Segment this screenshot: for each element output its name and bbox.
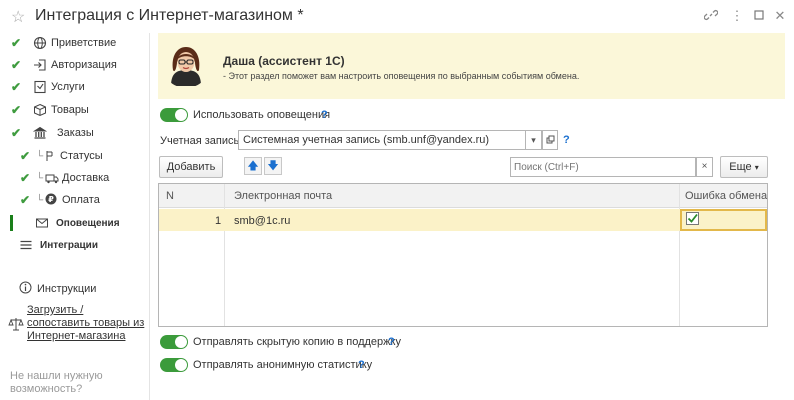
hidden-copy-label: Отправлять скрытую копию в поддержку xyxy=(193,336,401,348)
hidden-copy-toggle[interactable] xyxy=(160,335,188,349)
arrow-down-icon[interactable]: 🡇 xyxy=(264,157,282,175)
tree-connector: └ xyxy=(36,194,44,206)
sidebar: ✔ Приветствие ✔ Авторизация ✔ Услуги ✔ Т… xyxy=(0,33,150,400)
tree-connector: └ xyxy=(36,172,44,184)
sidebar-item-integrations[interactable]: Интеграции xyxy=(0,235,150,255)
sidebar-item-goods[interactable]: ✔ Товары xyxy=(0,100,150,120)
dropdown-icon[interactable]: ▾ xyxy=(526,130,542,150)
tree-connector: └ xyxy=(36,150,44,162)
sidebar-item-label: Доставка xyxy=(62,172,110,184)
error-checkbox[interactable] xyxy=(686,212,699,225)
row-number: 1 xyxy=(215,215,222,227)
row-email[interactable]: smb@1c.ru xyxy=(234,215,290,227)
use-notifications-toggle[interactable] xyxy=(160,108,188,122)
envelope-icon xyxy=(35,216,49,230)
sidebar-item-statuses[interactable]: ✔ └ Статусы xyxy=(0,146,150,166)
upload-goods-link-line3[interactable]: Интернет-магазина xyxy=(27,330,125,343)
status-icon xyxy=(45,149,59,163)
column-header-n[interactable]: N xyxy=(166,190,174,202)
bank-icon xyxy=(32,126,48,140)
close-icon[interactable]: ✕ xyxy=(772,8,788,24)
sidebar-item-label: Статусы xyxy=(60,150,103,162)
assistant-name: Даша (ассистент 1С) xyxy=(223,54,345,68)
recipients-table: N Электронная почта Ошибка обмена 1 smb@… xyxy=(158,183,768,327)
check-icon: ✔ xyxy=(20,193,31,207)
sidebar-item-label: Товары xyxy=(51,104,89,116)
table-row[interactable]: 1 smb@1c.ru xyxy=(159,209,767,231)
sidebar-item-greeting[interactable]: ✔ Приветствие xyxy=(0,33,150,53)
window-title: Интеграция с Интернет-магазином * xyxy=(35,7,304,24)
check-icon: ✔ xyxy=(11,103,22,117)
login-icon xyxy=(33,58,47,72)
check-icon: ✔ xyxy=(11,126,22,140)
sidebar-item-notifications[interactable]: Оповещения xyxy=(0,213,150,233)
sidebar-item-auth[interactable]: ✔ Авторизация xyxy=(0,55,150,75)
error-cell[interactable] xyxy=(680,209,767,231)
info-icon xyxy=(19,281,33,295)
menu-icon xyxy=(19,238,33,252)
link-icon[interactable] xyxy=(703,8,719,24)
instructions-label[interactable]: Инструкции xyxy=(37,283,96,295)
sidebar-item-label: Заказы xyxy=(57,127,94,139)
search-input[interactable] xyxy=(510,157,696,177)
check-icon: ✔ xyxy=(20,171,31,185)
anon-stats-toggle[interactable] xyxy=(160,358,188,372)
sidebar-item-label: Авторизация xyxy=(51,59,117,71)
help-icon[interactable]: ? xyxy=(563,134,570,146)
check-icon: ✔ xyxy=(20,149,31,163)
maximize-icon[interactable] xyxy=(751,8,767,24)
sidebar-item-payment[interactable]: ✔ └ ₽ Оплата xyxy=(0,190,150,210)
assistant-avatar xyxy=(162,40,210,88)
title-bar: ☆ Интеграция с Интернет-магазином * ⋮ ✕ xyxy=(0,0,794,33)
upload-goods-link-line2[interactable]: сопоставить товары из xyxy=(27,317,144,330)
services-icon xyxy=(33,80,47,94)
globe-icon xyxy=(33,36,47,50)
not-found-text-line2[interactable]: возможность? xyxy=(10,383,82,396)
add-button[interactable]: Добавить xyxy=(159,156,223,178)
sidebar-item-delivery[interactable]: ✔ └ Доставка xyxy=(0,168,150,188)
check-icon: ✔ xyxy=(11,36,22,50)
svg-text:₽: ₽ xyxy=(48,195,54,204)
chevron-down-icon: ▾ xyxy=(754,163,759,172)
column-separator xyxy=(224,184,225,326)
help-icon[interactable]: ? xyxy=(388,336,395,348)
help-icon[interactable]: ? xyxy=(321,109,328,121)
use-notifications-label: Использовать оповещения xyxy=(193,109,331,121)
upload-goods-link[interactable]: Загрузить / xyxy=(27,304,83,317)
not-found-text[interactable]: Не нашли нужную xyxy=(10,370,103,383)
more-label: Еще xyxy=(729,161,752,173)
column-separator xyxy=(679,184,680,326)
star-icon[interactable]: ☆ xyxy=(11,7,25,27)
check-icon: ✔ xyxy=(11,80,22,94)
scales-icon xyxy=(8,317,24,331)
clear-search-icon[interactable]: × xyxy=(696,157,713,177)
sidebar-item-label: Приветствие xyxy=(51,37,117,49)
column-header-email[interactable]: Электронная почта xyxy=(234,190,332,202)
assistant-message: - Этот раздел поможет вам настроить опов… xyxy=(223,71,580,81)
sidebar-item-services[interactable]: ✔ Услуги xyxy=(0,77,150,97)
check-icon: ✔ xyxy=(11,58,22,72)
account-label: Учетная запись: xyxy=(160,135,243,147)
column-header-error[interactable]: Ошибка обмена xyxy=(685,190,767,202)
sidebar-item-label: Оповещения xyxy=(56,217,120,229)
delivery-icon xyxy=(45,171,59,185)
more-vertical-icon[interactable]: ⋮ xyxy=(729,8,745,24)
active-indicator xyxy=(10,215,13,231)
arrow-up-icon[interactable]: 🡅 xyxy=(244,157,262,175)
box-icon xyxy=(33,103,47,117)
payment-icon: ₽ xyxy=(45,193,59,207)
table-header: N Электронная почта Ошибка обмена xyxy=(159,184,767,208)
sidebar-item-label: Услуги xyxy=(51,81,85,93)
help-icon[interactable]: ? xyxy=(358,359,365,371)
sidebar-item-label: Интеграции xyxy=(40,239,98,251)
anon-stats-label: Отправлять анонимную статистику xyxy=(193,359,373,371)
open-icon[interactable] xyxy=(542,130,558,150)
sidebar-item-orders[interactable]: ✔ Заказы xyxy=(0,123,150,143)
account-field[interactable]: Системная учетная запись (smb.unf@yandex… xyxy=(238,130,526,150)
more-button[interactable]: Еще ▾ xyxy=(720,156,768,178)
sidebar-item-label: Оплата xyxy=(62,194,100,206)
